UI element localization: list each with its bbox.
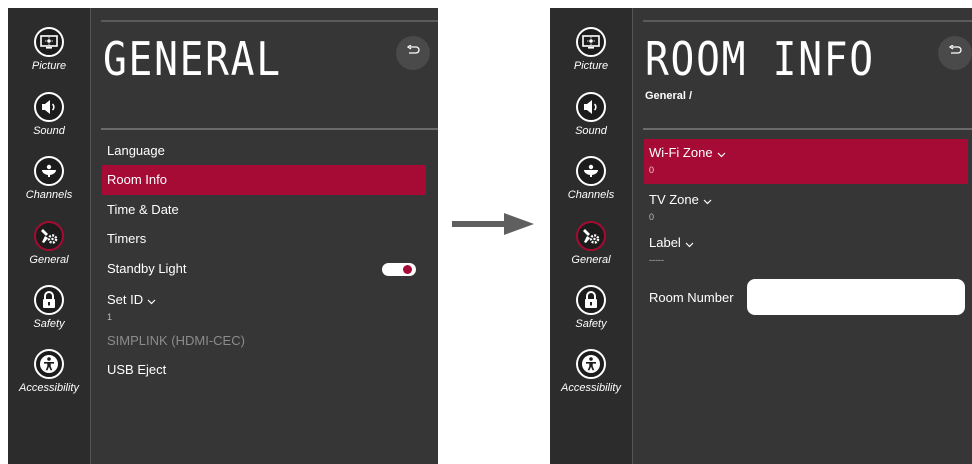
- sidebar-item-label: Sound: [33, 125, 65, 137]
- menu-item-label: Room Info: [107, 172, 167, 187]
- divider: [101, 128, 438, 130]
- sidebar-item-general[interactable]: General: [8, 221, 90, 266]
- sound-icon: [34, 92, 64, 122]
- menu-item-timers[interactable]: Timers: [102, 224, 426, 254]
- sidebar-item-sound[interactable]: Sound: [550, 92, 632, 137]
- menu-item-label: Time & Date: [107, 202, 179, 217]
- sidebar-item-safety[interactable]: Safety: [8, 285, 90, 330]
- field-label: Label: [649, 235, 681, 250]
- sidebar-item-label: Picture: [573, 60, 609, 72]
- sidebar-item-label: Accessibility: [561, 382, 621, 394]
- chevron-down-icon: [703, 193, 712, 208]
- chevron-down-icon: [147, 293, 156, 308]
- field-label: Room Number: [649, 290, 734, 305]
- sidebar-item-safety[interactable]: Safety: [550, 285, 632, 330]
- chevron-down-icon: [717, 146, 726, 161]
- general-settings-screen: Picture Sound Channels General Safety Ac…: [8, 8, 438, 464]
- general-icon: [576, 221, 606, 251]
- sidebar-item-channels[interactable]: Channels: [8, 156, 90, 201]
- toggle-knob: [403, 265, 412, 274]
- sidebar-item-label: Channels: [25, 189, 73, 201]
- sidebar-item-label: General: [571, 254, 611, 266]
- menu-item-label: Set ID: [107, 292, 144, 307]
- menu-item-label: Language: [107, 143, 165, 158]
- sidebar-item-label: Sound: [575, 125, 607, 137]
- sidebar-item-general[interactable]: General: [550, 221, 632, 266]
- room-number-label: Room Number: [644, 283, 754, 313]
- picture-icon: [34, 27, 64, 57]
- safety-icon: [576, 285, 606, 315]
- field-wifi-zone[interactable]: Wi-Fi Zone 0: [644, 139, 968, 184]
- menu-item-language[interactable]: Language: [102, 136, 426, 166]
- breadcrumb: General /: [645, 90, 693, 102]
- sidebar-item-label: Safety: [575, 318, 607, 330]
- channels-icon: [576, 156, 606, 186]
- menu-item-label: SIMPLINK (HDMI-CEC): [107, 333, 245, 348]
- channels-icon: [34, 156, 64, 186]
- back-icon: [948, 44, 962, 62]
- label-value: -----: [649, 255, 664, 266]
- sidebar-item-accessibility[interactable]: Accessibility: [550, 349, 632, 394]
- divider: [101, 20, 438, 22]
- back-button[interactable]: [938, 36, 972, 70]
- page-title: GENERAL: [103, 32, 282, 86]
- page-title: ROOM INFO: [645, 32, 875, 86]
- settings-sidebar: Picture Sound Channels General Safety Ac…: [8, 8, 91, 464]
- sidebar-item-accessibility[interactable]: Accessibility: [8, 349, 90, 394]
- tv-zone-value: 0: [649, 212, 655, 223]
- general-panel: GENERAL Language Room Info Time & Date T…: [91, 8, 438, 464]
- menu-item-standby-light[interactable]: Standby Light: [102, 254, 426, 284]
- menu-item-label: Standby Light: [107, 261, 187, 276]
- set-id-value: 1: [107, 312, 113, 323]
- menu-item-set-id[interactable]: Set ID 1: [102, 286, 426, 322]
- menu-item-room-info[interactable]: Room Info: [102, 165, 426, 195]
- menu-item-time-date[interactable]: Time & Date: [102, 195, 426, 225]
- back-button[interactable]: [396, 36, 430, 70]
- menu-item-usb-eject[interactable]: USB Eject: [102, 355, 426, 385]
- sidebar-item-channels[interactable]: Channels: [550, 156, 632, 201]
- sidebar-item-label: Safety: [33, 318, 65, 330]
- arrow-right-icon: [452, 213, 534, 235]
- menu-item-label: USB Eject: [107, 362, 167, 377]
- standby-light-toggle[interactable]: [382, 263, 416, 276]
- menu-item-label: Timers: [107, 231, 147, 246]
- safety-icon: [34, 285, 64, 315]
- chevron-down-icon: [685, 236, 694, 251]
- general-icon: [34, 221, 64, 251]
- sidebar-item-picture[interactable]: Picture: [8, 27, 90, 72]
- field-tv-zone[interactable]: TV Zone 0: [644, 186, 968, 226]
- back-icon: [406, 44, 420, 62]
- sidebar-item-label: General: [29, 254, 69, 266]
- sidebar-item-label: Picture: [31, 60, 67, 72]
- sound-icon: [576, 92, 606, 122]
- room-info-panel: ROOM INFO General / Wi-Fi Zone 0 TV Zone…: [633, 8, 972, 464]
- menu-item-simplink: SIMPLINK (HDMI-CEC): [102, 326, 426, 356]
- divider: [643, 20, 972, 22]
- sidebar-item-picture[interactable]: Picture: [550, 27, 632, 72]
- field-label: TV Zone: [649, 192, 699, 207]
- field-label: Wi-Fi Zone: [649, 145, 713, 160]
- divider: [643, 128, 972, 130]
- room-number-input[interactable]: [747, 279, 965, 315]
- settings-sidebar: Picture Sound Channels General Safety Ac…: [550, 8, 633, 464]
- room-info-screen: Picture Sound Channels General Safety Ac…: [550, 8, 972, 464]
- accessibility-icon: [34, 349, 64, 379]
- picture-icon: [576, 27, 606, 57]
- field-label[interactable]: Label -----: [644, 229, 968, 269]
- sidebar-item-label: Accessibility: [19, 382, 79, 394]
- sidebar-item-label: Channels: [567, 189, 615, 201]
- accessibility-icon: [576, 349, 606, 379]
- sidebar-item-sound[interactable]: Sound: [8, 92, 90, 137]
- wifi-zone-value: 0: [649, 165, 655, 176]
